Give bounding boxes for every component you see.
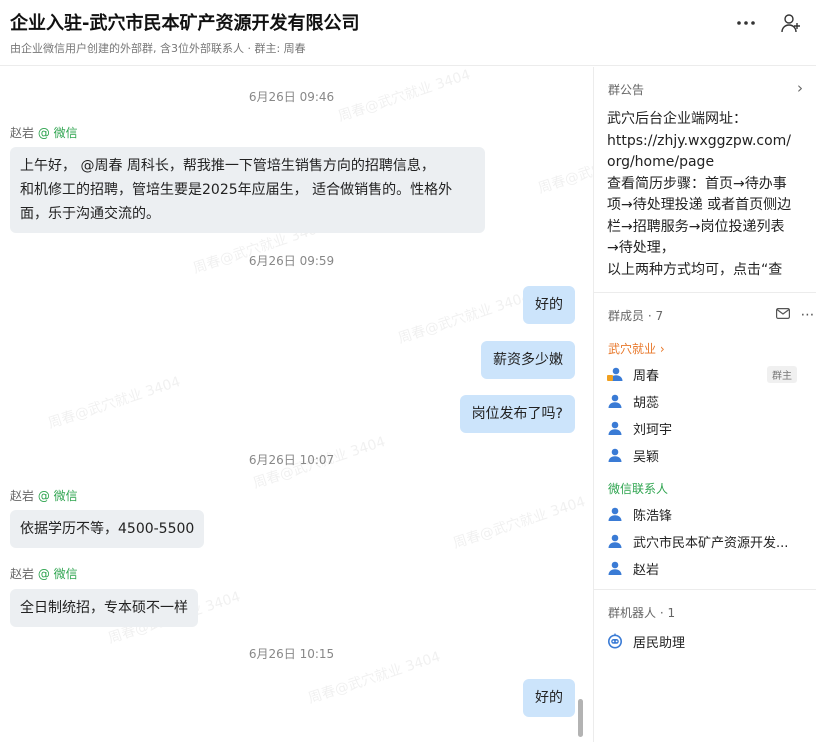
message-bubble-incoming[interactable]: 依据学历不等，4500-5500 [10,510,205,548]
group-subtitle: 由企业微信用户创建的外部群, 含3位外部联系人 · 群主: 周春 [10,42,306,55]
owner-badge: 群主 [767,366,797,383]
mail-icon[interactable] [776,307,794,323]
watermark: 周春@武穴就业 3404 [46,374,183,432]
wechat-tag: @ 微信 [37,126,78,140]
member-item[interactable]: 周春 群主 [607,362,807,386]
sender-name[interactable]: 赵岩 [10,126,34,140]
timestamp: 6月26日 10:07 [248,453,335,467]
timestamp: 6月26日 10:15 [248,647,335,661]
member-actions: ⋯ [770,307,814,323]
message-line: 上午好， @周春 周科长，帮我推一下管培生销售方向的招聘信息， [20,158,435,174]
chat-window: 企业入驻-武穴市民本矿产资源开发有限公司 由企业微信用户创建的外部群, 含3位外… [0,0,816,742]
announcement-line: 以上两种方式均可，点击“查 [607,261,783,278]
person-icon [608,534,622,548]
member-name: 刘珂宇 [633,422,673,438]
sender-name[interactable]: 赵岩 [10,567,34,581]
members-label: 群成员 · 7 [608,309,664,323]
watermark: 周春@武穴就业 3404 [396,289,533,347]
announcement-line: →待处理， [607,240,675,256]
member-name: 周春 [633,368,660,384]
person-icon [607,367,623,381]
message-bubble-outgoing[interactable]: 薪资多少嫩 [481,341,575,379]
announcement-label: 群公告 [608,83,645,97]
member-item[interactable]: 赵岩 [607,556,807,580]
message-bubble-incoming[interactable]: 上午好， @周春 周科长，帮我推一下管培生销售方向的招聘信息， 和机修工的招聘，… [10,147,485,233]
sender-name[interactable]: 赵岩 [10,489,34,503]
chat-scrollbar[interactable] [578,699,583,737]
message-line: 面，乐于沟通交流的。 [20,206,160,222]
wechat-tag: @ 微信 [37,567,78,581]
announcement-line: 栏→招聘服务→岗位投递列表 [607,218,785,235]
watermark: 周春@武穴就业 3404 [536,139,593,197]
chevron-right-icon[interactable]: › [797,79,803,97]
member-item[interactable]: 武穴市民本矿产资源开发... [607,529,807,553]
announcement-line: 查看简历步骤：首页→待办事 [607,175,787,192]
member-item[interactable]: 刘珂宇 [607,416,807,440]
person-icon [608,394,622,408]
bot-name: 居民助理 [633,635,686,651]
timestamp: 6月26日 09:46 [248,90,335,104]
announcement-line: 武穴后台企业端网址： [607,111,747,127]
message-list[interactable]: 周春@武穴就业 3404 周春@武穴就业 3404 周春@武穴就业 3404 周… [0,67,593,742]
person-icon [608,507,622,521]
person-icon [608,561,622,575]
message-bubble-outgoing[interactable]: 好的 [523,286,575,324]
announcement-line: 项→待处理投递 或者首页侧边 [607,197,792,213]
watermark: 周春@武穴就业 3404 [451,494,588,552]
message-line: 和机修工的招聘，管培生要是2025年应届生， 适合做销售的。性格外 [20,182,453,198]
divider [594,292,816,293]
announcement-line: org/home/page [607,154,715,170]
robot-icon [608,633,622,649]
message-sender: 赵岩 @ 微信 [10,487,78,504]
bots-label: 群机器人 · 1 [608,606,676,620]
announcement-line: https://zhjy.wxggzpw.com/ [607,132,792,149]
member-name: 陈浩锋 [633,508,673,524]
more-icon[interactable]: ⋯ [800,307,814,323]
person-icon [608,421,622,435]
timestamp: 6月26日 09:59 [248,254,335,268]
chat-header: 企业入驻-武穴市民本矿产资源开发有限公司 由企业微信用户创建的外部群, 含3位外… [0,0,816,66]
message-sender: 赵岩 @ 微信 [10,565,78,582]
group-info-panel: 群公告 › 武穴后台企业端网址： https://zhjy.wxggzpw.co… [593,67,816,742]
member-item[interactable]: 胡蕊 [607,389,807,413]
member-name: 胡蕊 [633,395,660,411]
message-sender: 赵岩 @ 微信 [10,124,78,141]
member-name: 吴颖 [633,449,660,465]
group-wuxue-jiuye[interactable]: 武穴就业 › [608,340,665,357]
message-bubble-incoming[interactable]: 全日制统招，专本硕不一样 [10,589,198,627]
member-item[interactable]: 吴颖 [607,443,807,467]
person-icon [608,448,622,462]
message-bubble-outgoing[interactable]: 好的 [523,679,575,717]
member-name: 武穴市民本矿产资源开发... [633,535,789,551]
member-name: 赵岩 [633,562,660,578]
more-icon[interactable] [733,10,759,36]
divider [594,589,816,590]
wechat-tag: @ 微信 [37,489,78,503]
announcement-content[interactable]: 武穴后台企业端网址： https://zhjy.wxggzpw.com/ org… [607,109,807,277]
bot-item[interactable]: 居民助理 [607,629,807,653]
add-member-icon[interactable] [778,10,804,36]
member-item[interactable]: 陈浩锋 [607,502,807,526]
group-title: 企业入驻-武穴市民本矿产资源开发有限公司 [10,13,360,34]
message-bubble-outgoing[interactable]: 岗位发布了吗? [459,395,575,433]
group-wechat-contacts: 微信联系人 [608,482,669,496]
